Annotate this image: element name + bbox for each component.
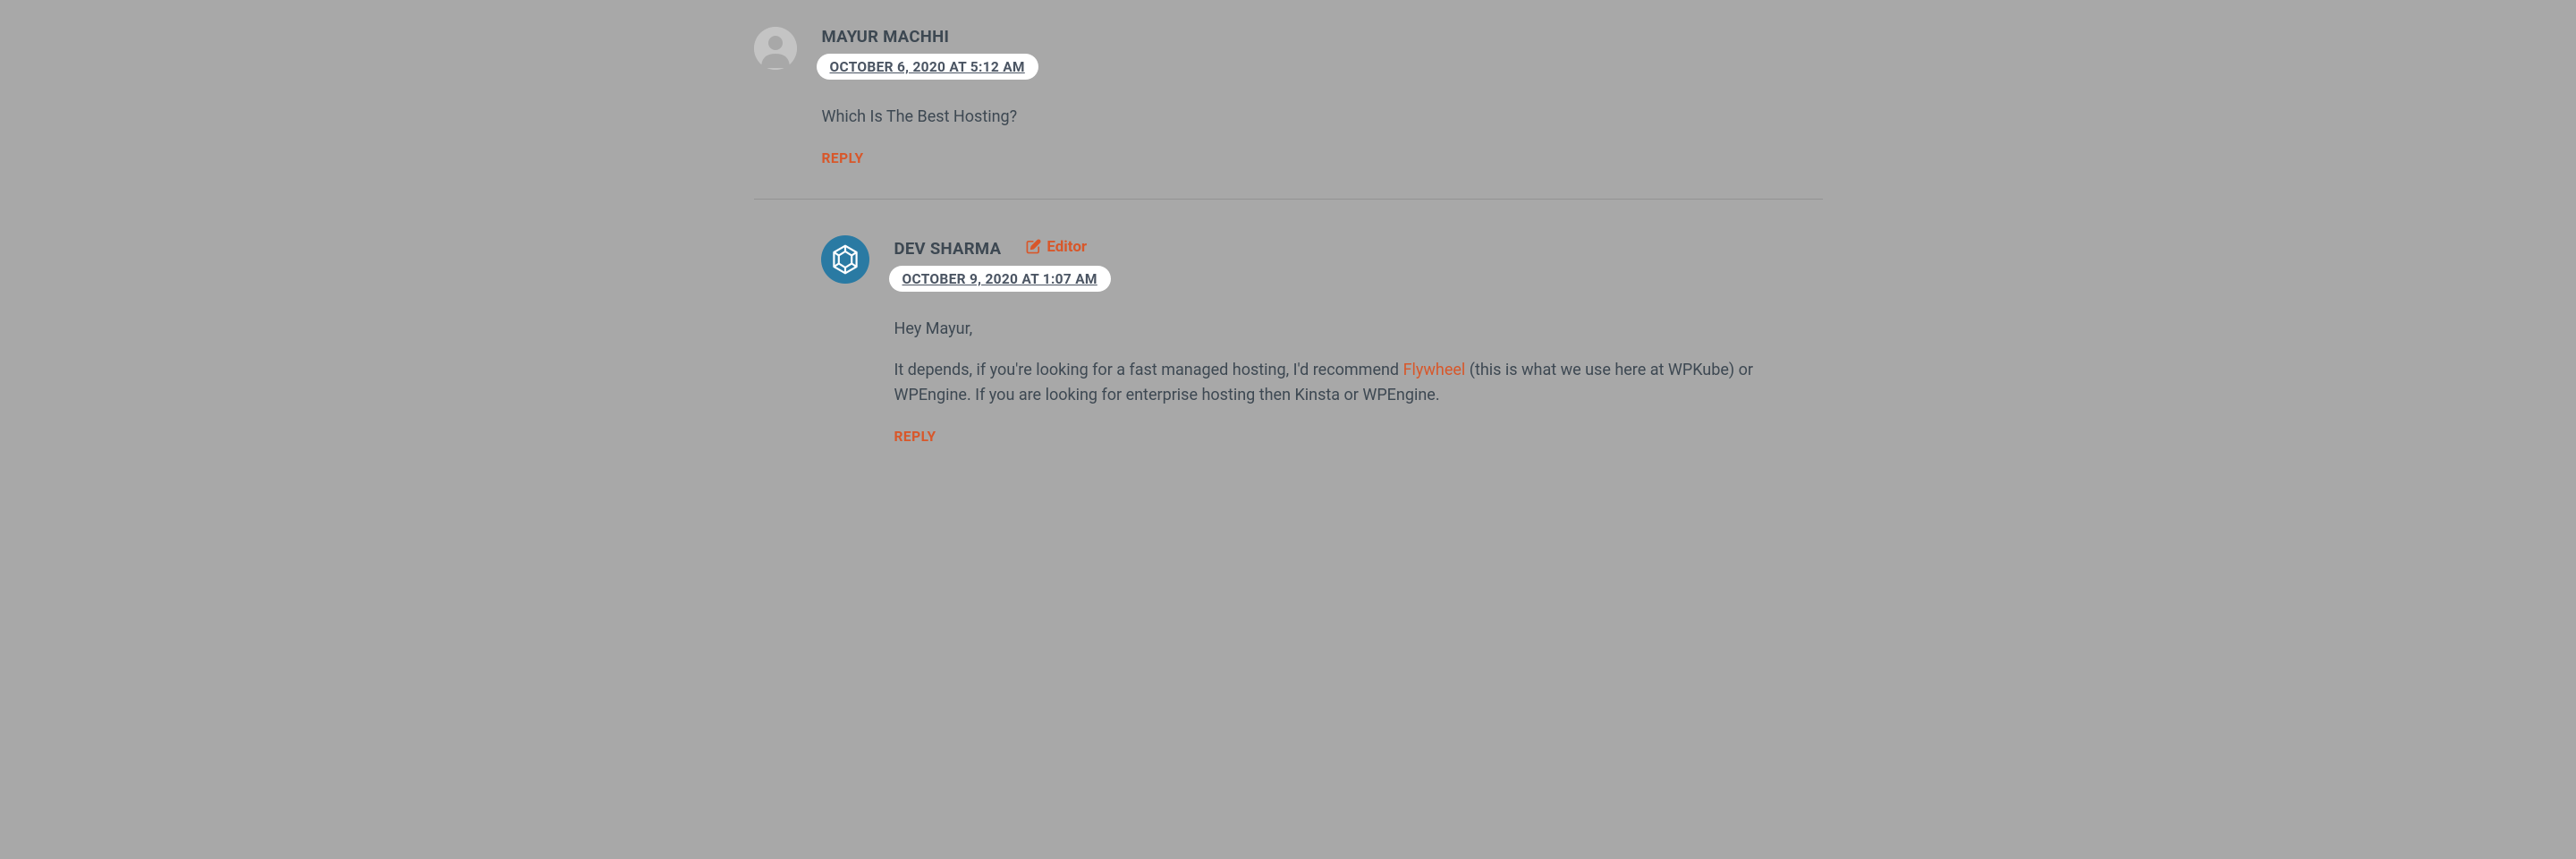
avatar: [754, 27, 797, 166]
comment-thread: MAYUR MACHHI OCTOBER 6, 2020 AT 5:12 AM …: [754, 27, 1823, 445]
reply-button[interactable]: REPLY: [822, 150, 864, 166]
comment-paragraph: It depends, if you're looking for a fast…: [894, 358, 1823, 408]
body-text-pre: It depends, if you're looking for a fast…: [894, 361, 1403, 379]
comment-timestamp[interactable]: OCTOBER 9, 2020 AT 1:07 AM: [889, 266, 1111, 292]
comment-greeting: Hey Mayur,: [894, 317, 1823, 342]
comment-text: Which Is The Best Hosting?: [822, 105, 1823, 130]
comment-paragraph: Which Is The Best Hosting?: [822, 105, 1823, 130]
editor-label: Editor: [1046, 238, 1087, 256]
author-row: MAYUR MACHHI: [822, 27, 1823, 47]
avatar-placeholder-icon: [754, 27, 797, 70]
comment-reply: DEV SHARMA Editor OCTOBER 9, 2020 AT 1:0…: [754, 235, 1823, 445]
comment-divider: [754, 199, 1823, 200]
author-name: DEV SHARMA: [894, 239, 1002, 259]
edit-icon: [1026, 239, 1041, 254]
reply-button[interactable]: REPLY: [894, 429, 936, 445]
comment-body: MAYUR MACHHI OCTOBER 6, 2020 AT 5:12 AM …: [822, 27, 1823, 166]
comment-text: Hey Mayur, It depends, if you're looking…: [894, 317, 1823, 408]
comment-timestamp[interactable]: OCTOBER 6, 2020 AT 5:12 AM: [817, 54, 1038, 80]
comment: MAYUR MACHHI OCTOBER 6, 2020 AT 5:12 AM …: [754, 27, 1823, 166]
avatar-logo-icon: [821, 235, 869, 284]
author-row: DEV SHARMA Editor: [894, 235, 1823, 259]
avatar: [821, 235, 869, 445]
editor-badge: Editor: [1026, 238, 1087, 256]
author-name: MAYUR MACHHI: [822, 27, 950, 47]
comment-body: DEV SHARMA Editor OCTOBER 9, 2020 AT 1:0…: [894, 235, 1823, 445]
inline-link[interactable]: Flywheel: [1403, 361, 1466, 379]
